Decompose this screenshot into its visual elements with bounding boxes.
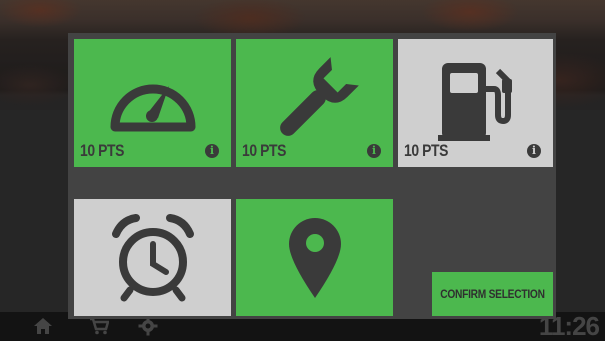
speedometer-icon [74,51,231,151]
tile-time[interactable] [74,199,231,316]
tile-repair[interactable]: 10 PTS i [236,39,393,167]
alarm-clock-icon [74,207,231,307]
tile-points-label: 10 PTS [242,141,287,160]
confirm-selection-button[interactable]: CONFIRM SELECTION [432,272,553,316]
info-icon[interactable]: i [527,144,541,158]
confirm-selection-label: CONFIRM SELECTION [440,287,545,301]
tile-fuel[interactable]: 10 PTS i [398,39,553,167]
fuel-pump-icon [398,51,553,151]
tile-points-label: 10 PTS [80,141,125,160]
tile-points-label: 10 PTS [404,141,449,160]
info-icon[interactable]: i [205,144,219,158]
info-icon[interactable]: i [367,144,381,158]
tile-location[interactable] [236,199,393,316]
wrench-icon [236,51,393,151]
tile-speed[interactable]: 10 PTS i [74,39,231,167]
map-pin-icon [236,207,393,307]
